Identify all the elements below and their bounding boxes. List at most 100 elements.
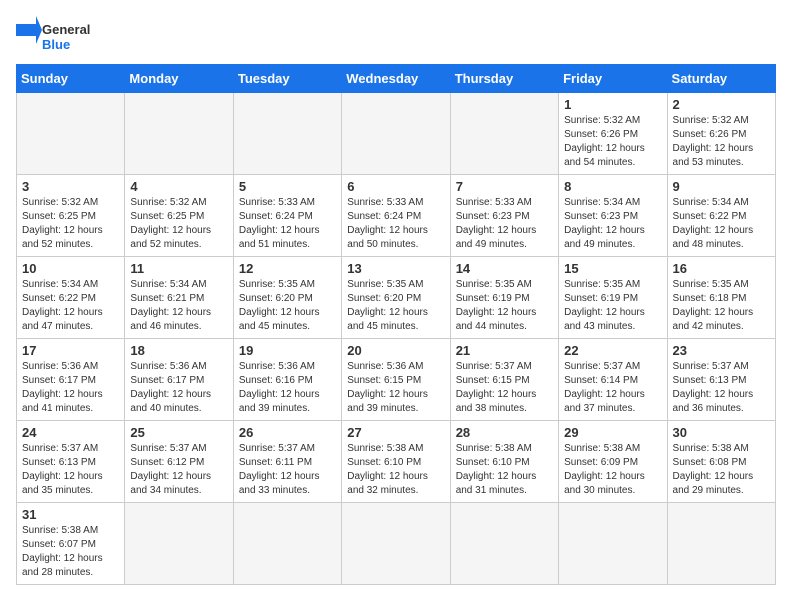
day-info: Sunrise: 5:33 AM Sunset: 6:23 PM Dayligh…: [456, 196, 553, 252]
calendar-cell: 14Sunrise: 5:35 AM Sunset: 6:19 PM Dayli…: [450, 257, 558, 339]
calendar-week-row: 17Sunrise: 5:36 AM Sunset: 6:17 PM Dayli…: [17, 339, 776, 421]
day-number: 30: [673, 425, 770, 440]
day-info: Sunrise: 5:32 AM Sunset: 6:25 PM Dayligh…: [22, 196, 119, 252]
day-info: Sunrise: 5:37 AM Sunset: 6:12 PM Dayligh…: [130, 442, 227, 498]
calendar-cell: 16 Sunrise: 5:35 AM Sunset: 6:18 PM Dayli…: [667, 257, 775, 339]
calendar-cell: 2 Sunrise: 5:32 AM Sunset: 6:26 PM Daylig…: [667, 93, 775, 175]
calendar-week-row: 3Sunrise: 5:32 AM Sunset: 6:25 PM Daylig…: [17, 175, 776, 257]
calendar-cell: 13 Sunrise: 5:35 AM Sunset: 6:20 PM Dayli…: [342, 257, 450, 339]
day-number: 29: [564, 425, 661, 440]
calendar-header: SundayMondayTuesdayWednesdayThursdayFrid…: [17, 65, 776, 93]
calendar-cell: [233, 503, 341, 585]
day-number: 8: [564, 179, 661, 194]
logo: GeneralBlue: [16, 16, 96, 56]
weekday-header-wednesday: Wednesday: [342, 65, 450, 93]
calendar-cell: 10 Sunrise: 5:34 AM Sunset: 6:22 PM Dayli…: [17, 257, 125, 339]
calendar-cell: [125, 93, 233, 175]
day-info: Sunrise: 5:36 AM Sunset: 6:17 PM Dayligh…: [22, 360, 119, 416]
weekday-header-sunday: Sunday: [17, 65, 125, 93]
calendar-cell: 18Sunrise: 5:36 AM Sunset: 6:17 PM Dayli…: [125, 339, 233, 421]
weekday-header-row: SundayMondayTuesdayWednesdayThursdayFrid…: [17, 65, 776, 93]
day-info: Sunrise: 5:37 AM Sunset: 6:11 PM Dayligh…: [239, 442, 336, 498]
calendar-cell: [125, 503, 233, 585]
day-number: 5: [239, 179, 336, 194]
calendar-week-row: 1 Sunrise: 5:32 AM Sunset: 6:26 PM Daylig…: [17, 93, 776, 175]
day-number: 7: [456, 179, 553, 194]
svg-text:General: General: [42, 22, 90, 37]
day-number: 13: [347, 261, 444, 276]
calendar-cell: 15 Sunrise: 5:35 AM Sunset: 6:19 PM Dayli…: [559, 257, 667, 339]
weekday-header-thursday: Thursday: [450, 65, 558, 93]
calendar-cell: [667, 503, 775, 585]
weekday-header-tuesday: Tuesday: [233, 65, 341, 93]
calendar-table: SundayMondayTuesdayWednesdayThursdayFrid…: [16, 64, 776, 585]
day-info: Sunrise: 5:38 AM Sunset: 6:09 PM Dayligh…: [564, 442, 661, 498]
calendar-cell: 5 Sunrise: 5:33 AM Sunset: 6:24 PM Daylig…: [233, 175, 341, 257]
calendar-cell: 8Sunrise: 5:34 AM Sunset: 6:23 PM Daylig…: [559, 175, 667, 257]
calendar-cell: 9Sunrise: 5:34 AM Sunset: 6:22 PM Daylig…: [667, 175, 775, 257]
day-info: Sunrise: 5:35 AM Sunset: 6:19 PM Dayligh…: [564, 278, 661, 334]
calendar-cell: 7 Sunrise: 5:33 AM Sunset: 6:23 PM Daylig…: [450, 175, 558, 257]
calendar-cell: 23Sunrise: 5:37 AM Sunset: 6:13 PM Dayli…: [667, 339, 775, 421]
day-number: 27: [347, 425, 444, 440]
calendar-cell: 6 Sunrise: 5:33 AM Sunset: 6:24 PM Daylig…: [342, 175, 450, 257]
page-header: GeneralBlue: [16, 16, 776, 56]
calendar-cell: [559, 503, 667, 585]
calendar-cell: [342, 93, 450, 175]
calendar-cell: 30 Sunrise: 5:38 AM Sunset: 6:08 PM Dayli…: [667, 421, 775, 503]
day-info: Sunrise: 5:34 AM Sunset: 6:21 PM Dayligh…: [130, 278, 227, 334]
calendar-cell: 28Sunrise: 5:38 AM Sunset: 6:10 PM Dayli…: [450, 421, 558, 503]
day-info: Sunrise: 5:35 AM Sunset: 6:18 PM Dayligh…: [673, 278, 770, 334]
day-number: 14: [456, 261, 553, 276]
day-info: Sunrise: 5:33 AM Sunset: 6:24 PM Dayligh…: [347, 196, 444, 252]
calendar-cell: 21Sunrise: 5:37 AM Sunset: 6:15 PM Dayli…: [450, 339, 558, 421]
day-number: 15: [564, 261, 661, 276]
calendar-cell: 29 Sunrise: 5:38 AM Sunset: 6:09 PM Dayli…: [559, 421, 667, 503]
calendar-cell: 19Sunrise: 5:36 AM Sunset: 6:16 PM Dayli…: [233, 339, 341, 421]
day-info: Sunrise: 5:38 AM Sunset: 6:10 PM Dayligh…: [347, 442, 444, 498]
day-number: 12: [239, 261, 336, 276]
day-info: Sunrise: 5:38 AM Sunset: 6:08 PM Dayligh…: [673, 442, 770, 498]
day-info: Sunrise: 5:34 AM Sunset: 6:22 PM Dayligh…: [673, 196, 770, 252]
calendar-cell: 22Sunrise: 5:37 AM Sunset: 6:14 PM Dayli…: [559, 339, 667, 421]
calendar-cell: 17Sunrise: 5:36 AM Sunset: 6:17 PM Dayli…: [17, 339, 125, 421]
calendar-cell: 4 Sunrise: 5:32 AM Sunset: 6:25 PM Daylig…: [125, 175, 233, 257]
day-info: Sunrise: 5:32 AM Sunset: 6:26 PM Dayligh…: [564, 114, 661, 170]
calendar-cell: 25 Sunrise: 5:37 AM Sunset: 6:12 PM Dayli…: [125, 421, 233, 503]
calendar-cell: [450, 93, 558, 175]
day-number: 11: [130, 261, 227, 276]
day-info: Sunrise: 5:33 AM Sunset: 6:24 PM Dayligh…: [239, 196, 336, 252]
day-info: Sunrise: 5:35 AM Sunset: 6:20 PM Dayligh…: [347, 278, 444, 334]
calendar-week-row: 31Sunrise: 5:38 AM Sunset: 6:07 PM Dayli…: [17, 503, 776, 585]
day-info: Sunrise: 5:38 AM Sunset: 6:07 PM Dayligh…: [22, 524, 119, 580]
calendar-cell: 26 Sunrise: 5:37 AM Sunset: 6:11 PM Dayli…: [233, 421, 341, 503]
weekday-header-friday: Friday: [559, 65, 667, 93]
day-info: Sunrise: 5:36 AM Sunset: 6:15 PM Dayligh…: [347, 360, 444, 416]
calendar-cell: [450, 503, 558, 585]
day-number: 10: [22, 261, 119, 276]
weekday-header-monday: Monday: [125, 65, 233, 93]
day-number: 2: [673, 97, 770, 112]
calendar-cell: 31Sunrise: 5:38 AM Sunset: 6:07 PM Dayli…: [17, 503, 125, 585]
day-info: Sunrise: 5:36 AM Sunset: 6:17 PM Dayligh…: [130, 360, 227, 416]
day-info: Sunrise: 5:32 AM Sunset: 6:26 PM Dayligh…: [673, 114, 770, 170]
day-number: 22: [564, 343, 661, 358]
day-number: 21: [456, 343, 553, 358]
day-info: Sunrise: 5:36 AM Sunset: 6:16 PM Dayligh…: [239, 360, 336, 416]
generalblue-logo-icon: GeneralBlue: [16, 16, 96, 56]
day-number: 16: [673, 261, 770, 276]
calendar-cell: 24Sunrise: 5:37 AM Sunset: 6:13 PM Dayli…: [17, 421, 125, 503]
day-number: 28: [456, 425, 553, 440]
day-number: 4: [130, 179, 227, 194]
day-number: 26: [239, 425, 336, 440]
day-info: Sunrise: 5:35 AM Sunset: 6:20 PM Dayligh…: [239, 278, 336, 334]
day-number: 6: [347, 179, 444, 194]
day-info: Sunrise: 5:37 AM Sunset: 6:13 PM Dayligh…: [22, 442, 119, 498]
day-info: Sunrise: 5:32 AM Sunset: 6:25 PM Dayligh…: [130, 196, 227, 252]
day-number: 1: [564, 97, 661, 112]
day-number: 25: [130, 425, 227, 440]
calendar-week-row: 10 Sunrise: 5:34 AM Sunset: 6:22 PM Dayli…: [17, 257, 776, 339]
day-info: Sunrise: 5:34 AM Sunset: 6:22 PM Dayligh…: [22, 278, 119, 334]
weekday-header-saturday: Saturday: [667, 65, 775, 93]
svg-text:Blue: Blue: [42, 37, 70, 52]
